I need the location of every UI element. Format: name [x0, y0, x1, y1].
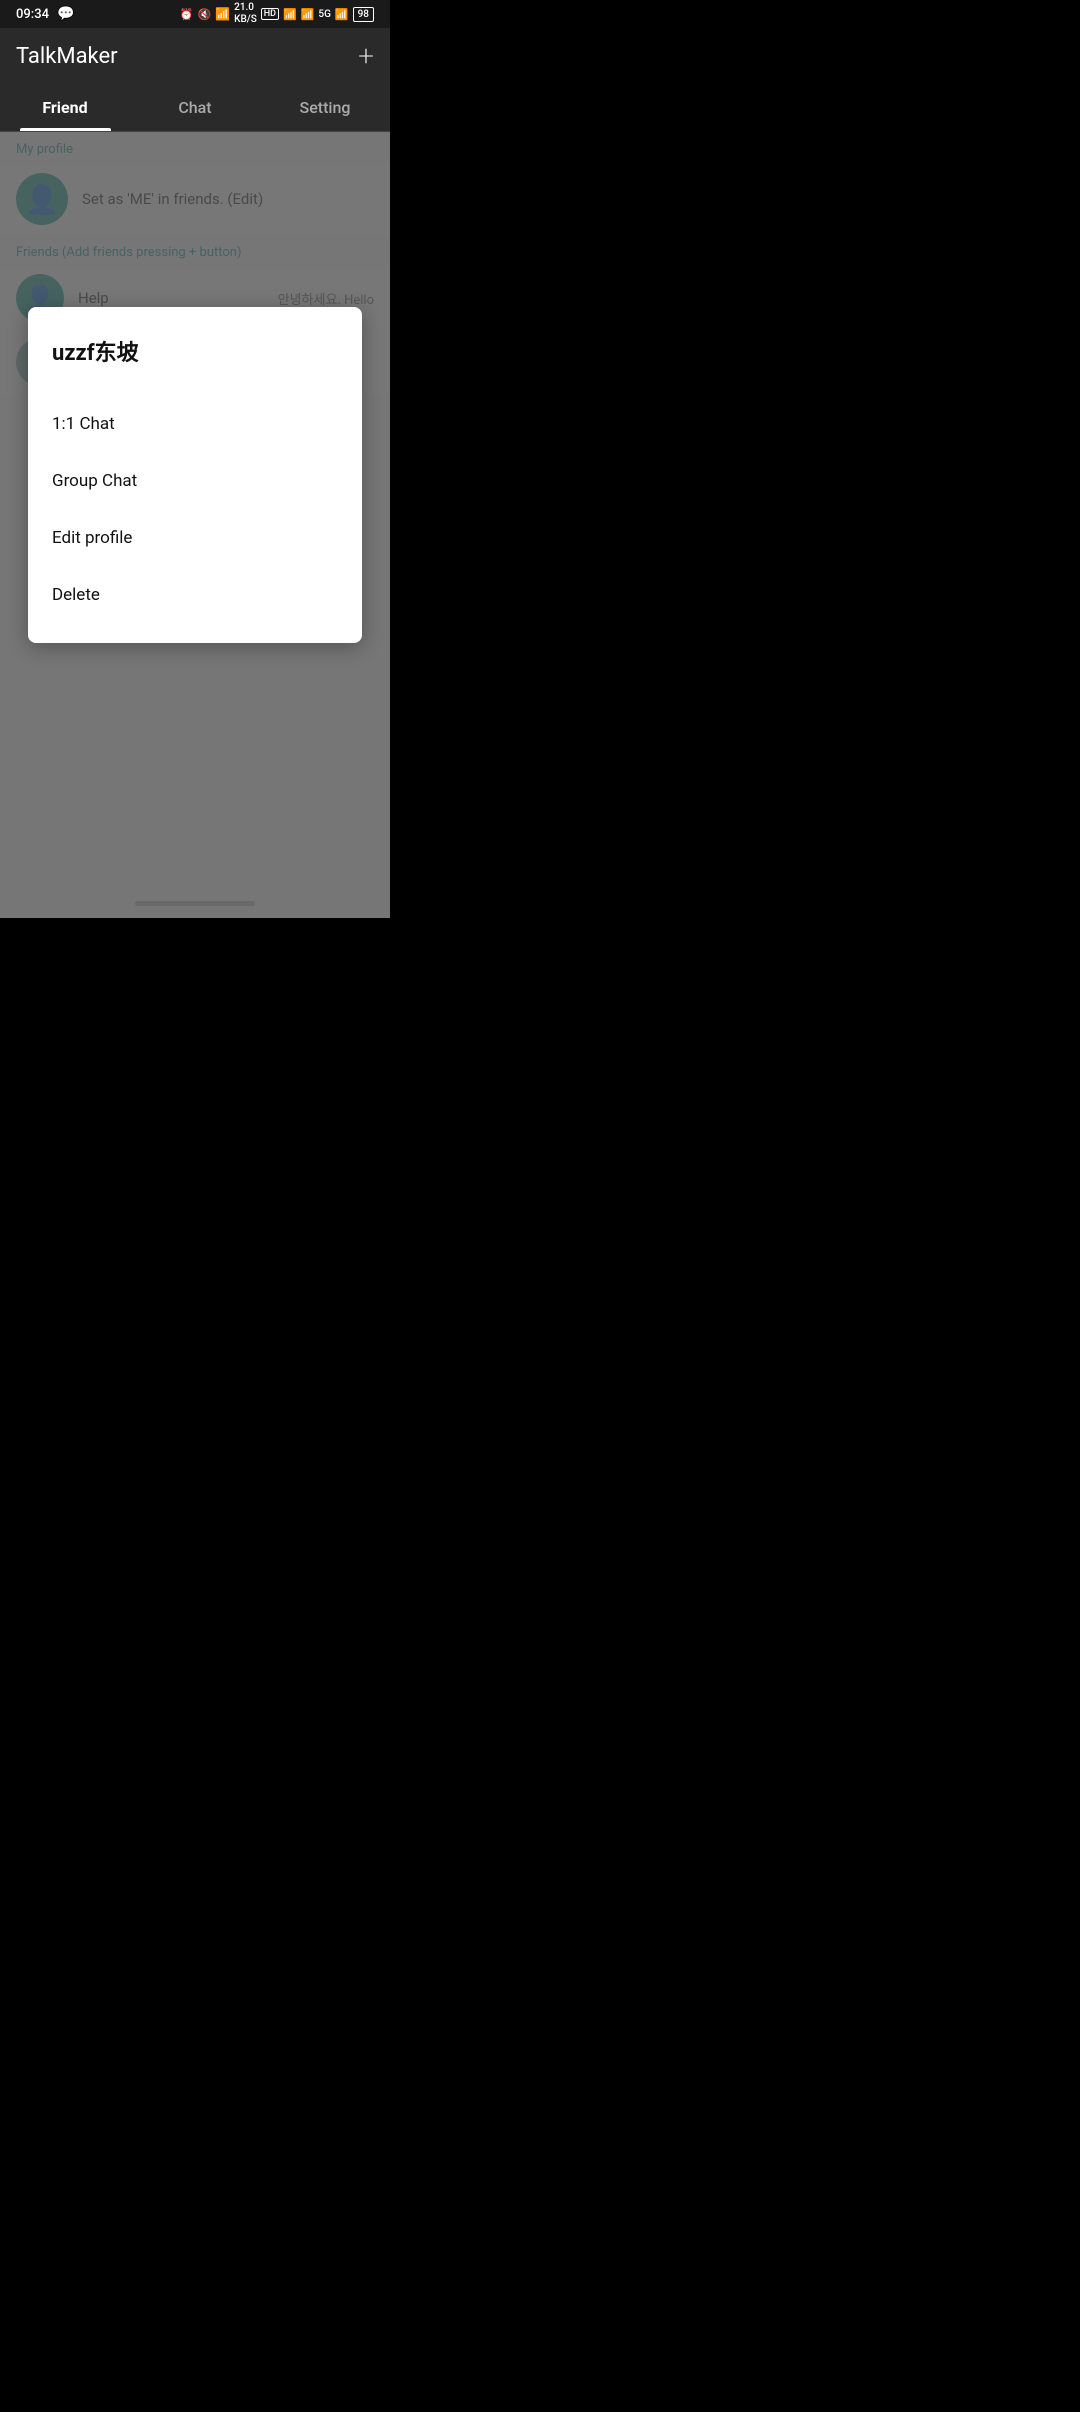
battery-level: 98 — [353, 7, 374, 22]
app-header: TalkMaker + — [0, 28, 390, 84]
signal-icon: 📶 — [301, 8, 315, 21]
modal-item-group-chat[interactable]: Group Chat — [52, 452, 338, 509]
status-bar-left: 09:34 💬 — [16, 6, 74, 22]
hd-badge: HD — [261, 8, 279, 20]
tab-bar: Friend Chat Setting — [0, 84, 390, 132]
modal-item-one-on-one-chat[interactable]: 1:1 Chat — [52, 395, 338, 452]
bluetooth-icon: 📶 — [215, 7, 230, 21]
status-bar: 09:34 💬 ⏰ 🔇 📶 21.0KB/S HD 📶 📶 5G 📶 98 — [0, 0, 390, 28]
data-speed: 21.0KB/S — [234, 2, 257, 26]
mute-icon: 🔇 — [198, 8, 212, 21]
app-title: TalkMaker — [16, 44, 118, 69]
add-friend-button[interactable]: + — [358, 42, 374, 70]
time-display: 09:34 — [16, 7, 49, 22]
message-icon: 💬 — [57, 6, 74, 22]
wifi-icon: 📶 — [283, 8, 297, 21]
alarm-icon: ⏰ — [180, 8, 194, 21]
modal-item-delete[interactable]: Delete — [52, 566, 338, 623]
modal-username: uzzf东坡 — [52, 335, 338, 367]
tab-setting[interactable]: Setting — [260, 84, 390, 131]
modal-item-edit-profile[interactable]: Edit profile — [52, 509, 338, 566]
context-menu-modal: uzzf东坡 1:1 Chat Group Chat Edit profile … — [28, 307, 362, 643]
5g-label: 5G — [318, 9, 331, 20]
main-content: My profile 👤 Set as 'ME' in friends. (Ed… — [0, 132, 390, 918]
status-bar-right: ⏰ 🔇 📶 21.0KB/S HD 📶 📶 5G 📶 98 — [180, 2, 374, 26]
tab-chat[interactable]: Chat — [130, 84, 260, 131]
signal-5g-icon: 📶 — [335, 8, 349, 21]
tab-friend[interactable]: Friend — [0, 84, 130, 131]
